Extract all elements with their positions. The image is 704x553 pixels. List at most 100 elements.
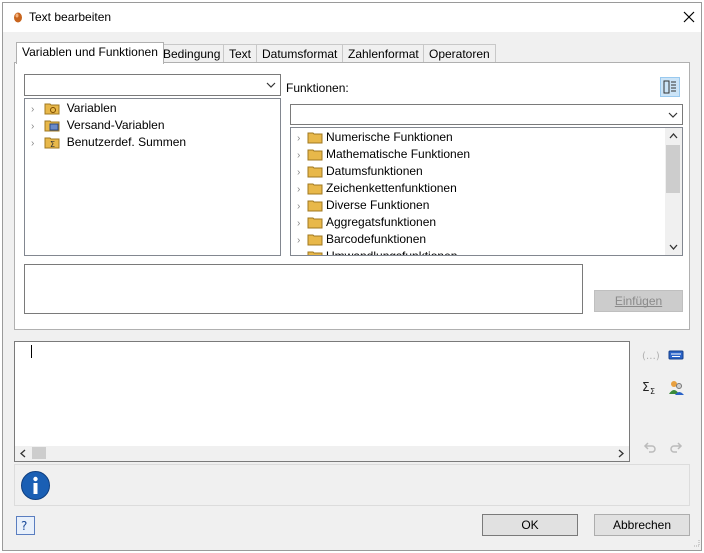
close-icon xyxy=(683,11,695,23)
expand-icon[interactable]: › xyxy=(297,164,307,181)
user-variables-button[interactable] xyxy=(667,378,685,396)
chevron-down-icon xyxy=(668,112,678,118)
function-category-item[interactable]: › Mathematische Funktionen xyxy=(297,146,470,163)
scroll-thumb[interactable] xyxy=(32,447,46,459)
app-icon xyxy=(14,12,22,23)
expand-icon[interactable]: › xyxy=(297,181,307,198)
function-category-label: Barcodefunktionen xyxy=(326,232,427,246)
folder-icon xyxy=(307,149,323,161)
insert-button[interactable]: Einfügen xyxy=(594,290,683,312)
scroll-thumb[interactable] xyxy=(666,145,680,193)
parentheses-icon: (…) xyxy=(642,351,660,362)
users-icon xyxy=(669,381,684,395)
functions-filter-select[interactable] xyxy=(290,104,683,125)
tab-operators[interactable]: Operatoren xyxy=(423,44,496,64)
tab-variables-functions[interactable]: Variablen und Funktionen xyxy=(16,42,164,64)
text-editor[interactable] xyxy=(14,341,630,462)
keyboard-icon xyxy=(668,350,684,360)
edit-text-dialog: Text bearbeiten Variablen und Funktionen… xyxy=(2,2,702,551)
editor-horizontal-scrollbar[interactable] xyxy=(15,446,629,461)
redo-button[interactable] xyxy=(667,439,685,457)
svg-text:Σ: Σ xyxy=(642,380,650,394)
tree-item-label: Versand-Variablen xyxy=(66,118,165,132)
function-category-item[interactable]: › Zeichenkettenfunktionen xyxy=(297,180,457,197)
info-icon xyxy=(21,471,50,500)
function-category-item[interactable]: › Datumsfunktionen xyxy=(297,163,423,180)
custom-sums-icon: Σ xyxy=(44,137,60,149)
window-title: Text bearbeiten xyxy=(29,10,112,24)
functions-label: Funktionen: xyxy=(286,81,349,95)
scroll-left-icon[interactable] xyxy=(19,449,27,458)
text-cursor xyxy=(31,345,32,358)
tree-item-custom-sums[interactable]: › Σ Benutzerdef. Summen xyxy=(31,134,186,151)
expand-icon[interactable]: › xyxy=(31,118,41,135)
folder-icon xyxy=(307,166,323,178)
function-category-item[interactable]: › Numerische Funktionen xyxy=(297,129,453,146)
chevron-down-icon xyxy=(266,82,276,88)
function-category-label: Datumsfunktionen xyxy=(326,164,423,178)
tree-item-label: Variablen xyxy=(66,101,117,115)
svg-text:?: ? xyxy=(21,519,27,533)
functions-scrollbar[interactable] xyxy=(665,128,682,255)
sum-button[interactable]: ΣΣ xyxy=(641,378,659,396)
tree-item-shipping-variables[interactable]: › Versand-Variablen xyxy=(31,117,165,134)
folder-icon xyxy=(307,234,323,246)
expand-icon[interactable]: › xyxy=(297,249,307,255)
functions-tree[interactable]: › Numerische Funktionen › Mathematische Fun… xyxy=(290,127,683,256)
svg-text:Σ: Σ xyxy=(650,387,655,396)
function-category-label: Mathematische Funktionen xyxy=(326,147,471,161)
title-bar: Text bearbeiten xyxy=(3,3,701,32)
sigma-icon: ΣΣ xyxy=(642,380,655,396)
function-category-item[interactable]: › Barcodefunktionen xyxy=(297,231,426,248)
function-category-item[interactable]: › Umwandlungsfunktionen xyxy=(297,248,458,256)
function-category-label: Numerische Funktionen xyxy=(326,130,453,144)
help-icon: ? xyxy=(21,519,27,533)
svg-text:(…): (…) xyxy=(642,351,659,362)
expand-icon[interactable]: › xyxy=(297,130,307,147)
undo-button[interactable] xyxy=(641,439,659,457)
function-category-label: Zeichenkettenfunktionen xyxy=(326,181,457,195)
svg-text:Σ: Σ xyxy=(50,140,55,149)
help-button[interactable]: ? xyxy=(16,516,35,535)
undo-icon xyxy=(643,442,656,453)
function-category-item[interactable]: › Diverse Funktionen xyxy=(297,197,429,214)
variables-category-select[interactable] xyxy=(24,74,281,96)
expand-icon[interactable]: › xyxy=(31,101,41,118)
resize-grip-icon[interactable] xyxy=(689,536,701,548)
function-category-item[interactable]: › Aggregatsfunktionen xyxy=(297,214,436,231)
shipping-variables-icon xyxy=(44,120,60,132)
tab-condition[interactable]: Bedingung xyxy=(157,44,227,64)
expand-icon[interactable]: › xyxy=(297,198,307,215)
tab-panel: › Variablen › Versand-Variablen › Σ Benu… xyxy=(14,62,690,330)
keyboard-button[interactable] xyxy=(667,346,685,364)
variables-tree[interactable]: › Variablen › Versand-Variablen › Σ Benu… xyxy=(24,98,281,256)
expand-icon[interactable]: › xyxy=(297,147,307,164)
expand-icon[interactable]: › xyxy=(297,215,307,232)
folder-icon xyxy=(307,183,323,195)
cancel-button[interactable]: Abbrechen xyxy=(594,514,690,536)
scroll-right-icon[interactable] xyxy=(617,449,625,458)
close-button[interactable] xyxy=(679,7,699,27)
description-box xyxy=(24,264,583,314)
folder-icon xyxy=(307,200,323,212)
function-category-label: Diverse Funktionen xyxy=(326,198,430,212)
expand-icon[interactable]: › xyxy=(297,232,307,249)
tab-text[interactable]: Text xyxy=(223,44,258,64)
view-toggle-button[interactable] xyxy=(660,77,680,97)
tab-date-format[interactable]: Datumsformat xyxy=(256,44,344,64)
ok-button[interactable]: OK xyxy=(482,514,578,536)
list-view-icon xyxy=(663,80,676,94)
folder-icon xyxy=(307,132,323,144)
expand-icon[interactable]: › xyxy=(31,135,41,152)
scroll-up-icon[interactable] xyxy=(669,132,678,140)
tab-number-format[interactable]: Zahlenformat xyxy=(342,44,425,64)
variables-folder-icon xyxy=(44,103,60,115)
info-area xyxy=(14,464,690,506)
tree-item-label: Benutzerdef. Summen xyxy=(66,135,187,149)
scroll-down-icon[interactable] xyxy=(669,243,678,251)
wrap-parentheses-button[interactable]: (…) xyxy=(641,346,660,364)
function-category-label: Umwandlungsfunktionen xyxy=(326,249,458,256)
tree-item-variables[interactable]: › Variablen xyxy=(31,100,117,117)
folder-icon xyxy=(307,251,323,255)
function-category-label: Aggregatsfunktionen xyxy=(326,215,437,229)
